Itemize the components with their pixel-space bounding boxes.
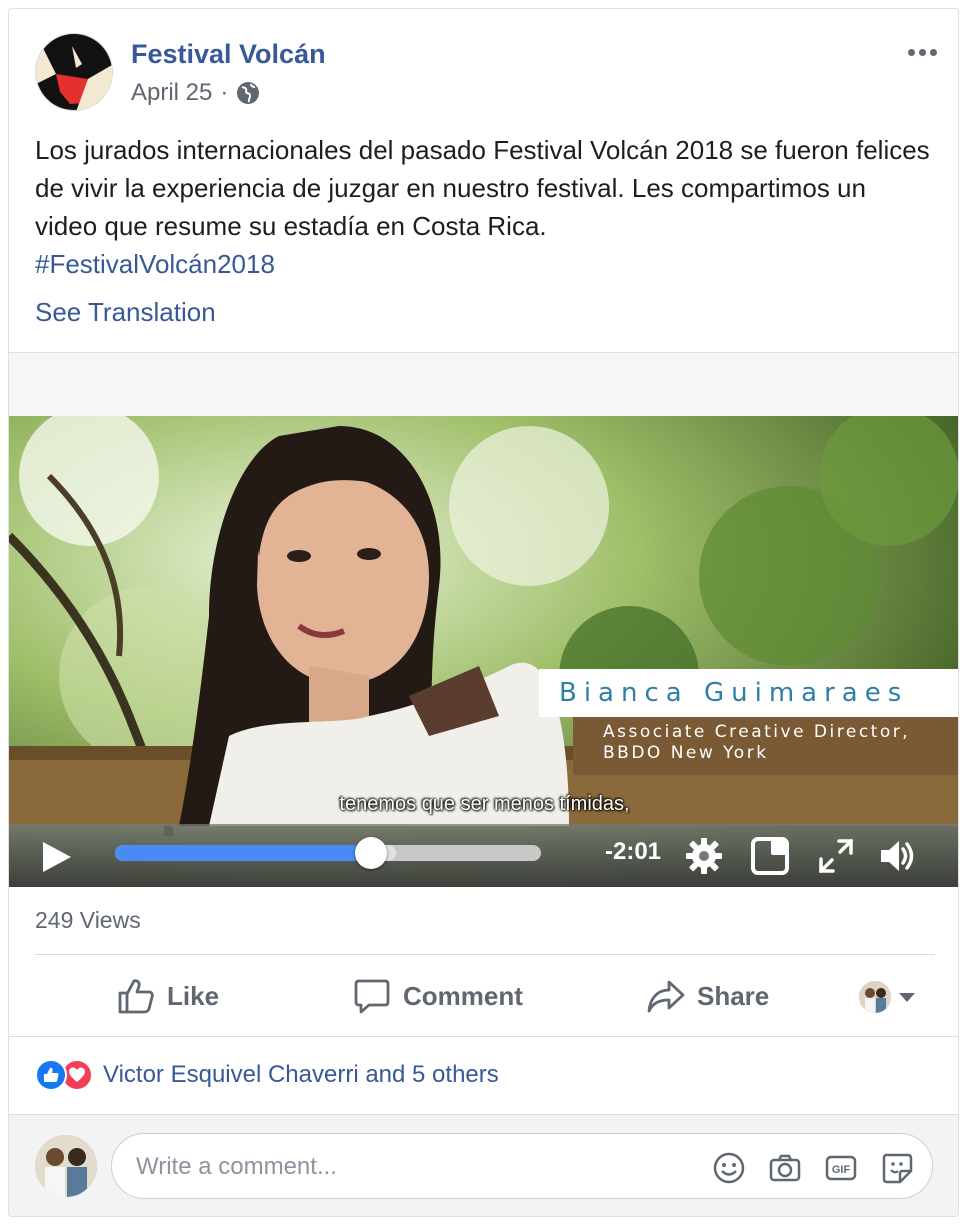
meta-separator: · — [220, 79, 229, 106]
view-count[interactable]: 249 Views — [35, 907, 141, 934]
share-button[interactable]: Share — [647, 975, 769, 1017]
time-remaining: -2:01 — [605, 838, 662, 865]
action-bar: Like Comment Share — [9, 957, 958, 1037]
festival-logo-icon — [36, 34, 112, 110]
post-text: Los jurados internacionales del pasado F… — [35, 131, 935, 283]
lower-third-name: Bianca Guimaraes — [539, 669, 958, 717]
hashtag-link[interactable]: #FestivalVolcán2018 — [35, 245, 935, 283]
lower-third-company: BBDO New York — [603, 743, 769, 763]
video-subtitle: tenemos que ser menos tímidas, — [339, 793, 630, 815]
user-avatar — [859, 981, 891, 1013]
user-avatar[interactable] — [35, 1135, 97, 1197]
like-button[interactable]: Like — [117, 975, 219, 1017]
post-card: Festival Volcán April 25 · Los jurados i… — [8, 8, 959, 1217]
like-reaction-icon[interactable] — [35, 1059, 67, 1091]
audience-selector[interactable] — [859, 981, 915, 1013]
more-options-icon[interactable] — [902, 37, 942, 67]
like-label: Like — [167, 980, 220, 1011]
lower-third-title: Associate Creative Director, BBDO New Yo… — [573, 717, 958, 775]
globe-icon[interactable] — [236, 81, 260, 105]
post-body: Los jurados internacionales del pasado F… — [35, 135, 930, 241]
divider — [9, 1036, 958, 1037]
video-container: Bianca Guimaraes Associate Creative Dire… — [9, 352, 958, 887]
page-avatar[interactable] — [35, 33, 113, 111]
emoji-icon[interactable] — [712, 1151, 746, 1185]
post-meta: April 25 · — [131, 79, 260, 107]
progress-played — [115, 845, 371, 861]
video-controls: -2:01 — [9, 824, 958, 887]
camera-icon[interactable] — [768, 1151, 802, 1185]
lower-third-role: Associate Creative Director, — [603, 722, 911, 742]
speech-bubble-icon — [354, 979, 390, 1014]
settings-gear-icon[interactable] — [685, 837, 723, 875]
progress-bar[interactable] — [115, 837, 541, 869]
share-arrow-icon — [647, 980, 685, 1013]
divider — [35, 954, 935, 955]
play-icon[interactable] — [39, 840, 75, 874]
see-translation-link[interactable]: See Translation — [35, 297, 216, 328]
reactions-summary: Victor Esquivel Chaverri and 5 others — [35, 1059, 499, 1091]
page-name-link[interactable]: Festival Volcán — [131, 39, 326, 70]
comment-input[interactable] — [136, 1151, 676, 1183]
progress-scrubber[interactable] — [354, 837, 387, 869]
picture-in-picture-icon[interactable] — [751, 837, 789, 875]
video-frame-image — [9, 416, 958, 887]
comment-button[interactable]: Comment — [353, 975, 523, 1017]
reactors-link[interactable]: Victor Esquivel Chaverri and 5 others — [103, 1061, 499, 1089]
svg-text:GIF: GIF — [832, 1164, 851, 1176]
share-label: Share — [697, 980, 770, 1011]
comment-input-box[interactable]: GIF — [111, 1133, 933, 1199]
chevron-down-icon — [899, 992, 915, 1002]
video-player[interactable]: Bianca Guimaraes Associate Creative Dire… — [9, 416, 958, 887]
comment-label: Comment — [403, 980, 523, 1011]
volume-icon[interactable] — [879, 837, 917, 875]
sticker-icon[interactable] — [880, 1151, 914, 1185]
thumbs-up-icon — [118, 979, 154, 1014]
comment-composer: GIF — [9, 1115, 958, 1216]
gif-icon[interactable]: GIF — [824, 1151, 858, 1185]
post-date[interactable]: April 25 — [131, 79, 212, 107]
fullscreen-icon[interactable] — [817, 837, 855, 875]
